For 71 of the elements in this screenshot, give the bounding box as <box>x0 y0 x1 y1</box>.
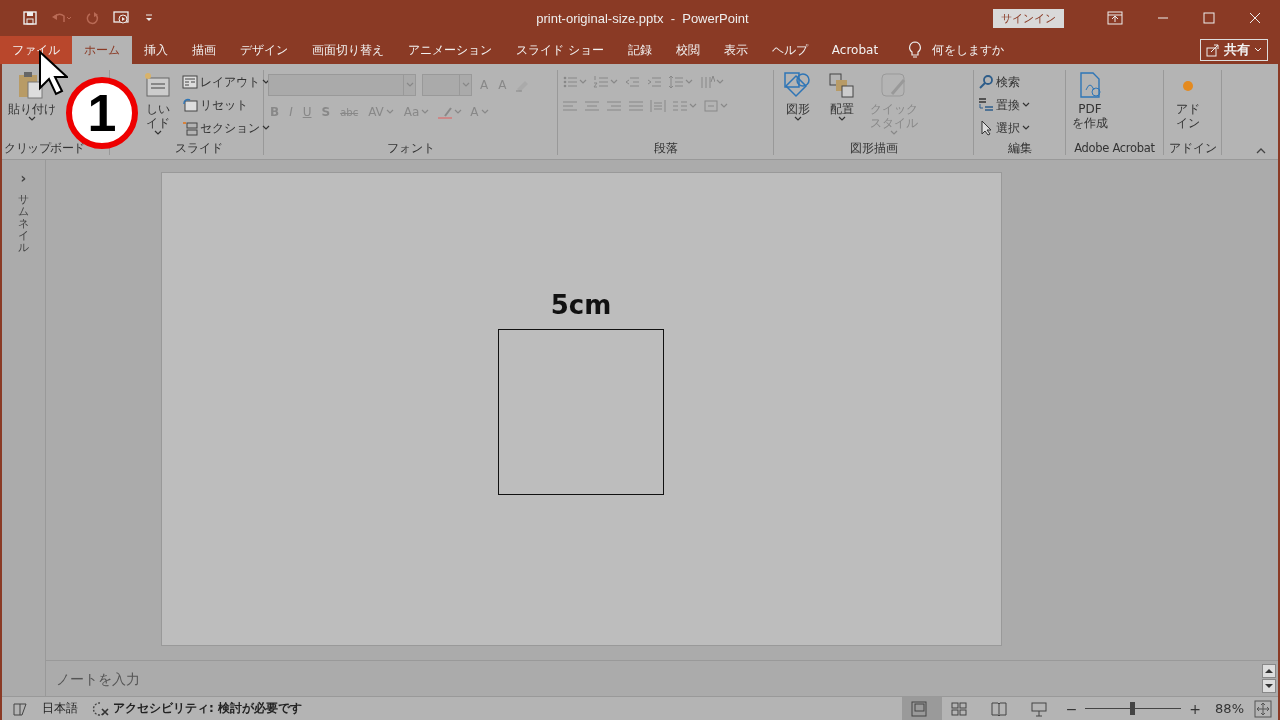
expand-toggle[interactable]: › <box>20 170 27 186</box>
ribbon-button[interactable]: 置換 <box>978 95 1030 115</box>
caret-icon <box>1254 47 1262 53</box>
accessibility-icon <box>92 700 110 717</box>
ribbon-button[interactable]: レイアウト <box>182 72 270 92</box>
share-icon <box>1206 43 1220 57</box>
ribbon-button[interactable]: セクション <box>182 118 270 138</box>
group-label: 図形描画 <box>848 141 899 155</box>
group-label: Adobe Acrobat <box>1073 141 1156 155</box>
ribbon-tab[interactable]: 描画 <box>180 36 228 64</box>
projector-icon[interactable] <box>1029 699 1048 718</box>
pointer-icon <box>978 120 994 136</box>
ribbon-button[interactable]: 検索 <box>978 72 1030 92</box>
ribbon-tab[interactable]: デザイン <box>228 36 300 64</box>
grid-view-icon[interactable] <box>949 699 968 718</box>
search-icon <box>978 74 994 90</box>
zoom-out-button[interactable]: − <box>1061 700 1082 717</box>
ribbon-tab[interactable]: アニメーション <box>396 36 504 64</box>
group-label: フォント <box>385 141 436 155</box>
group-label: 編集 <box>1006 141 1033 155</box>
scroll-up-icon[interactable] <box>1262 664 1276 678</box>
dimension-label: 5cm <box>550 289 612 321</box>
accessibility-status[interactable]: アクセシビリティ: 検討が必要です <box>113 700 302 717</box>
save-icon[interactable] <box>22 10 38 26</box>
group-label: 段落 <box>652 141 679 155</box>
reset-icon <box>182 97 198 113</box>
maximize-icon[interactable] <box>1203 12 1215 24</box>
group-label: アドイン <box>1168 141 1217 155</box>
sign-in-button[interactable]: サインイン <box>993 8 1064 28</box>
language-status[interactable]: 日本語 <box>42 700 78 717</box>
close-icon[interactable] <box>1249 12 1261 24</box>
ribbon-tab[interactable]: ヘルプ <box>759 36 820 64</box>
ribbon-tab[interactable]: 校閲 <box>663 36 712 64</box>
ribbon-tab[interactable]: 挿入 <box>132 36 180 64</box>
caret-icon <box>461 82 470 88</box>
caret-icon <box>405 82 414 88</box>
zoom-level[interactable]: 88% <box>1215 701 1244 716</box>
ribbon-button[interactable]: リセット <box>182 95 270 115</box>
ribbon-tab[interactable]: スライド ショー <box>504 36 616 64</box>
pane-label: サムネイル <box>18 194 29 255</box>
ribbon-display-icon[interactable] <box>1107 11 1123 25</box>
zoom-in-button[interactable]: + <box>1185 700 1206 717</box>
ribbon-tab[interactable]: ホーム <box>72 36 132 64</box>
window-title: print-original-size.pptx - PowerPoint <box>535 10 750 26</box>
presentation-icon[interactable] <box>112 10 132 26</box>
scroll-down-icon[interactable] <box>1262 679 1276 693</box>
fit-to-window-icon[interactable] <box>1254 699 1272 718</box>
tell-me-field[interactable]: 何をしますか <box>932 41 1005 59</box>
notes-icon[interactable] <box>12 700 28 717</box>
collapse-ribbon-icon[interactable] <box>1256 147 1266 155</box>
section-icon <box>182 120 198 136</box>
redo-icon[interactable] <box>84 10 100 26</box>
normal-view-icon[interactable] <box>909 699 928 718</box>
group-label: スライド <box>173 141 224 155</box>
replace-icon <box>978 97 994 113</box>
ribbon-tab[interactable]: 記録 <box>615 36 664 64</box>
ribbon-button[interactable]: PDF を作成 <box>1068 70 1112 141</box>
ribbon-button[interactable]: 図形 <box>778 70 818 141</box>
ribbon-button[interactable]: 配置 <box>822 70 862 141</box>
ribbon-button[interactable]: アド イン <box>1168 70 1208 141</box>
ribbon-button[interactable]: しい イド <box>138 70 178 141</box>
ribbon-tab[interactable]: Acrobat <box>819 36 891 64</box>
ribbon-tab[interactable]: 表示 <box>711 36 760 64</box>
ribbon-button[interactable]: 選択 <box>978 118 1030 138</box>
zoom-thumb[interactable] <box>1130 702 1136 715</box>
ribbon-tab[interactable]: 画面切り替え <box>300 36 396 64</box>
layout-icon <box>182 74 198 90</box>
share-button[interactable]: 共有 <box>1200 39 1268 61</box>
book-icon[interactable] <box>989 699 1008 718</box>
notes-field[interactable]: ノートを入力 <box>46 663 1262 694</box>
lightbulb-icon <box>908 41 923 59</box>
